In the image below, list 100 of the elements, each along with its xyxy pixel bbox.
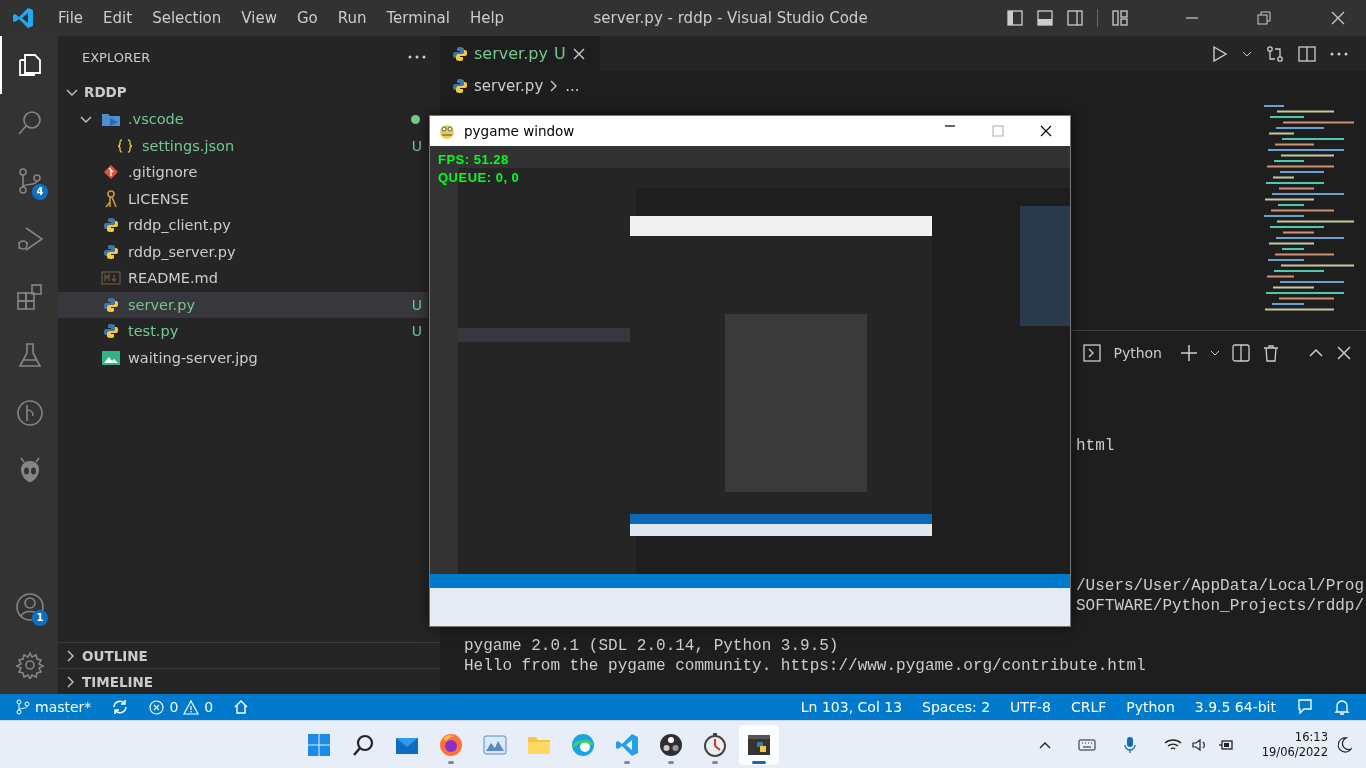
- menu-item[interactable]: File: [48, 0, 94, 36]
- snake-icon: [438, 122, 456, 140]
- microphone-icon: [1123, 735, 1136, 754]
- vscode-icon: [614, 732, 639, 757]
- file-tree-item[interactable]: README.md: [58, 265, 428, 292]
- toggle-panel-icon: [1037, 10, 1053, 26]
- status-item[interactable]: Python: [1116, 694, 1185, 720]
- trash-icon: [1262, 344, 1280, 362]
- file-tree-item[interactable]: .vscode: [58, 106, 428, 133]
- terminal-icon: [1083, 344, 1102, 362]
- file-tree-item[interactable]: rddp_client.py: [58, 212, 428, 239]
- branch-icon: [16, 699, 30, 715]
- menu-item[interactable]: Terminal: [376, 0, 460, 36]
- status-item[interactable]: CRLF: [1060, 694, 1117, 720]
- editor-tab[interactable]: server.py U: [440, 36, 600, 71]
- more-icon: [1330, 50, 1348, 57]
- activity-button[interactable]: 4: [0, 152, 58, 210]
- breadcrumb-item[interactable]: ...: [565, 77, 580, 95]
- run-debug-icon: [16, 225, 44, 253]
- terminal-name[interactable]: Python: [1113, 345, 1162, 361]
- python-icon: [103, 296, 119, 313]
- close-icon: [1040, 125, 1052, 137]
- activity-button[interactable]: 1: [0, 578, 58, 636]
- menu-item[interactable]: Selection: [142, 0, 232, 36]
- clock-time[interactable]: 16:13: [1294, 729, 1328, 745]
- image-icon: [102, 350, 120, 365]
- braces-icon: [117, 137, 133, 154]
- taskbar-app[interactable]: [738, 724, 779, 765]
- account-icon: [15, 592, 45, 622]
- edge-icon: [570, 732, 595, 757]
- warning-icon: [183, 699, 200, 715]
- search-icon: [16, 109, 44, 137]
- more-icon: [408, 54, 426, 60]
- keyboard-icon: [1077, 737, 1096, 752]
- error-icon: [149, 699, 165, 715]
- moon-icon: [1338, 736, 1352, 753]
- clock-date[interactable]: 19/06/2022: [1261, 744, 1328, 760]
- restore-icon: [1256, 10, 1272, 26]
- file-tree-item[interactable]: rddp_server.py: [58, 238, 428, 265]
- windows-icon: [306, 732, 331, 757]
- file-tree-item[interactable]: LICENSE: [58, 185, 428, 212]
- close-icon: [1330, 10, 1346, 26]
- terminal-line: Hello from the pygame community. https://www.pygame.org/contribute.html: [464, 656, 1147, 676]
- window-title: server.py - rddp - Visual Studio Code: [592, 9, 869, 27]
- menu-item[interactable]: Help: [459, 0, 515, 36]
- problems-status[interactable]: 0 0: [139, 694, 224, 720]
- count-badge: 4: [32, 184, 48, 200]
- python-icon: [103, 323, 119, 340]
- close-icon: [1336, 345, 1352, 361]
- run-icon: [1210, 44, 1228, 63]
- markdown-icon: [101, 271, 121, 286]
- overlay-stat: QUEUE: 0, 0: [438, 170, 520, 185]
- terminal-line: pygame 2.0.1 (SDL 2.0.14, Python 3.9.5): [464, 636, 840, 656]
- branch-status[interactable]: master*: [0, 694, 102, 720]
- python-window-icon: [746, 732, 771, 757]
- python-icon: [103, 243, 119, 260]
- search-icon: [350, 732, 375, 757]
- bell-icon: [1334, 698, 1350, 716]
- file-tree-item[interactable]: waiting-server.jpg: [58, 344, 428, 371]
- folder-header[interactable]: RDDP: [58, 78, 440, 106]
- obs-icon: [658, 732, 683, 757]
- file-tree-item[interactable]: settings.json U: [58, 132, 428, 159]
- panel-title: EXPLORER: [82, 49, 152, 65]
- menu-item[interactable]: Go: [286, 0, 328, 36]
- vscode-logo-icon: [12, 7, 34, 29]
- toggle-sidebar-icon: [1007, 10, 1023, 26]
- status-item[interactable]: UTF-8: [1000, 694, 1061, 720]
- home-icon: [233, 699, 250, 715]
- section-header[interactable]: OUTLINE: [58, 642, 440, 668]
- status-item[interactable]: Spaces: 2: [912, 694, 1001, 720]
- menu-item[interactable]: Run: [327, 0, 377, 36]
- source-control-icon: [16, 167, 44, 195]
- split-editor-icon: [1298, 44, 1316, 63]
- file-tree-item[interactable]: server.py U: [58, 291, 428, 318]
- python-icon: [452, 78, 468, 94]
- settings-icon: [16, 651, 44, 679]
- terminal-line: /Users/User/AppData/Local/Prog: [1075, 576, 1366, 596]
- count-badge: 1: [32, 610, 48, 626]
- file-tree-item[interactable]: test.py U: [58, 318, 428, 345]
- menu-item[interactable]: View: [231, 0, 287, 36]
- toggle-secondary-sidebar-icon: [1067, 10, 1083, 26]
- breadcrumb-item[interactable]: server.py: [474, 77, 544, 95]
- files-icon: [16, 51, 44, 79]
- status-item[interactable]: Ln 103, Col 13: [790, 694, 913, 720]
- split-terminal-icon: [1232, 344, 1250, 362]
- feedback-icon: [1296, 698, 1314, 716]
- file-tree-item[interactable]: .gitignore: [58, 159, 428, 186]
- python-icon: [103, 217, 119, 234]
- plus-icon: [1180, 344, 1198, 362]
- close-icon: [571, 46, 586, 61]
- git-icon: [103, 164, 119, 181]
- status-item[interactable]: 3.9.5 64-bit: [1184, 694, 1286, 720]
- sync-icon: [111, 699, 130, 715]
- terminal-line: html: [1075, 436, 1116, 456]
- battery-icon: [1217, 737, 1234, 752]
- window-title: pygame window: [464, 123, 576, 139]
- status-dot-icon: [411, 114, 420, 124]
- chevron-down-icon: [1210, 348, 1220, 358]
- menu-item[interactable]: Edit: [93, 0, 143, 36]
- volume-icon: [1191, 737, 1208, 752]
